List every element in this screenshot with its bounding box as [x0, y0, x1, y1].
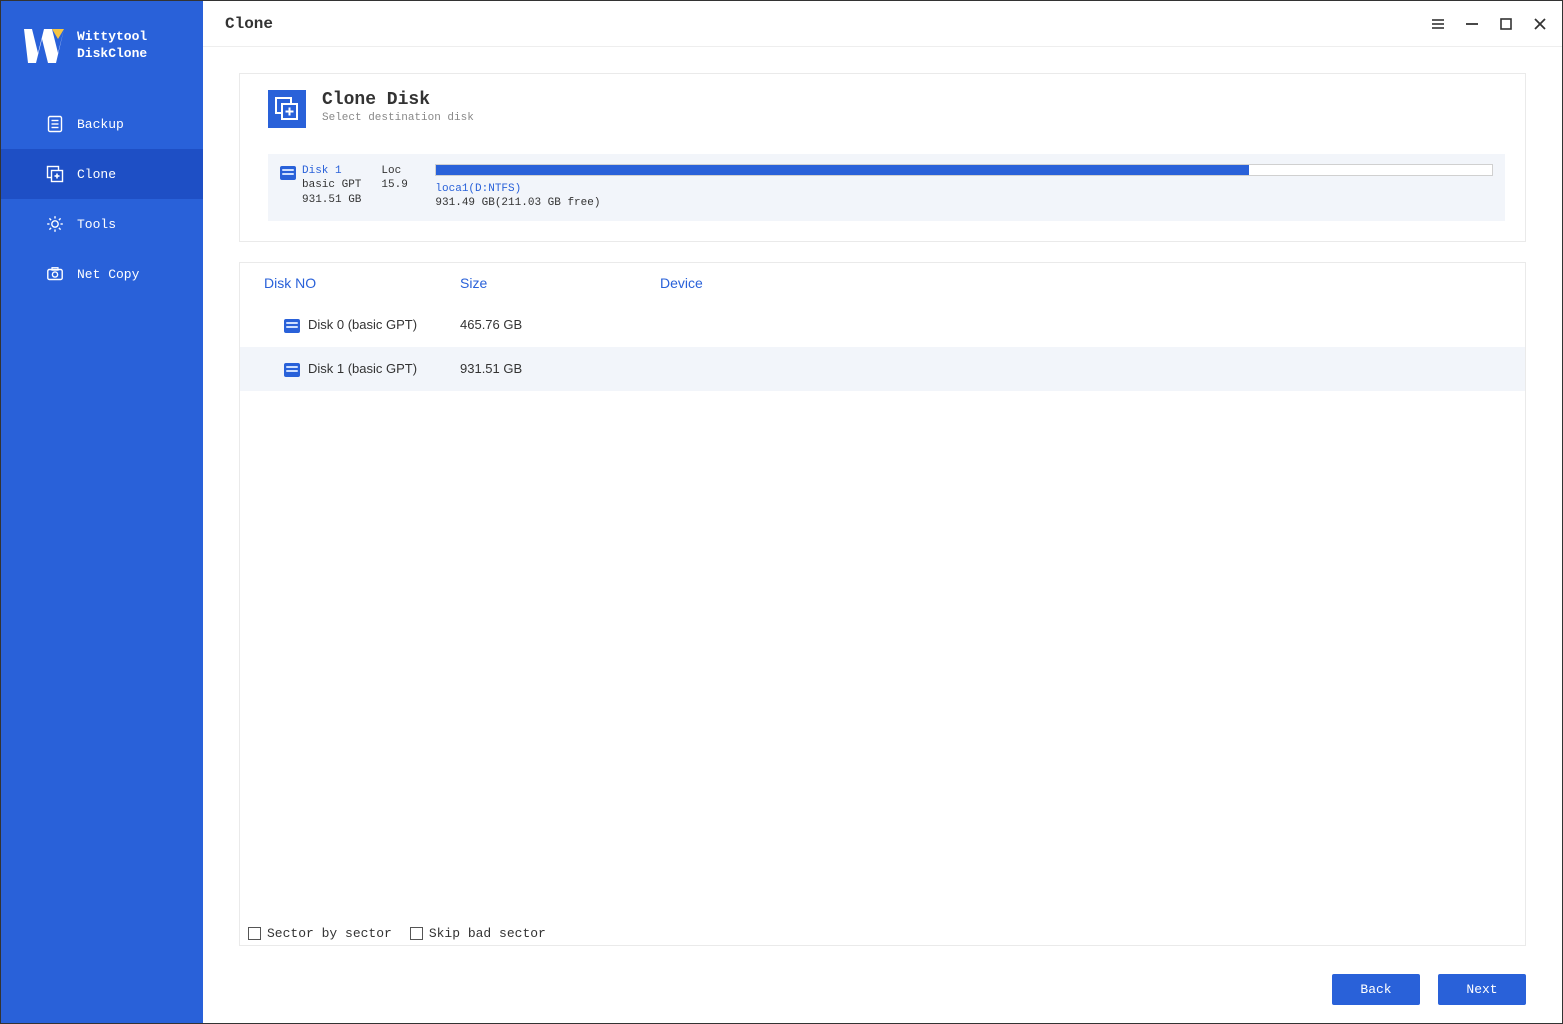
- options: Sector by sector Skip bad sector: [244, 926, 546, 941]
- menu-icon[interactable]: [1430, 16, 1446, 32]
- sidebar-item-backup[interactable]: Backup: [1, 99, 203, 149]
- table-row[interactable]: Disk 0 (basic GPT) 465.76 GB: [240, 303, 1525, 347]
- brand: Wittytool DiskClone: [1, 1, 203, 99]
- disk-list-panel: Disk NO Size Device Disk 0 (basic GPT) 46…: [239, 262, 1526, 946]
- loc-label: Loc: [381, 164, 415, 178]
- option-label: Skip bad sector: [429, 926, 546, 941]
- option-label: Sector by sector: [267, 926, 392, 941]
- selected-disk-row: Disk 1 basic GPT 931.51 GB Loc 15.9 lo: [268, 154, 1505, 221]
- minimize-icon[interactable]: [1464, 16, 1480, 32]
- partition-label: loca1(D:NTFS): [435, 182, 1493, 196]
- disk-rows: Disk 0 (basic GPT) 465.76 GB Disk 1 (basic…: [240, 303, 1525, 920]
- disk-icon: [284, 319, 300, 333]
- disk-name: Disk 1 (basic GPT): [308, 361, 417, 376]
- sidebar-item-label: Backup: [77, 117, 124, 132]
- option-sector-by-sector[interactable]: Sector by sector: [248, 926, 392, 941]
- sidebar-item-label: Net Copy: [77, 267, 139, 282]
- gear-icon: [45, 214, 65, 234]
- next-button[interactable]: Next: [1438, 974, 1526, 1005]
- close-icon[interactable]: [1532, 16, 1548, 32]
- clone-heading-text: Clone Disk Select destination disk: [322, 90, 474, 124]
- main-area: Clone: [203, 1, 1562, 1023]
- column-size: Size: [460, 275, 660, 291]
- table-row[interactable]: Disk 1 (basic GPT) 931.51 GB: [240, 347, 1525, 391]
- clone-plus-icon: [268, 90, 306, 128]
- disk-meta-text: Disk 1 basic GPT 931.51 GB: [302, 164, 361, 207]
- brand-line1: Wittytool: [77, 29, 147, 46]
- checkbox-icon: [248, 927, 261, 940]
- clone-heading: Clone Disk Select destination disk: [268, 90, 1505, 128]
- clone-subtitle: Select destination disk: [322, 112, 474, 124]
- maximize-icon[interactable]: [1498, 16, 1514, 32]
- nav-menu: Backup Clone Tools Net Copy: [1, 99, 203, 299]
- disk-icon: [284, 363, 300, 377]
- clone-header-panel: Clone Disk Select destination disk Disk …: [239, 73, 1526, 242]
- content: Clone Disk Select destination disk Disk …: [203, 47, 1562, 1023]
- clone-plus-icon: [45, 164, 65, 184]
- camera-icon: [45, 264, 65, 284]
- column-device: Device: [660, 275, 1505, 291]
- loc-block: Loc 15.9: [381, 164, 415, 193]
- bottom-bar: Sector by sector Skip bad sector: [240, 920, 1525, 945]
- disk-name: Disk 0 (basic GPT): [308, 317, 417, 332]
- window-controls: [1430, 16, 1548, 32]
- loc-value: 15.9: [381, 178, 415, 192]
- back-button[interactable]: Back: [1332, 974, 1420, 1005]
- sidebar-item-clone[interactable]: Clone: [1, 149, 203, 199]
- sidebar-item-label: Tools: [77, 217, 116, 232]
- column-disk-no: Disk NO: [260, 275, 460, 291]
- sidebar-item-tools[interactable]: Tools: [1, 199, 203, 249]
- sidebar: Wittytool DiskClone Backup Clone: [1, 1, 203, 1023]
- selected-disk-size: 931.51 GB: [302, 193, 361, 207]
- buttons-row: Back Next: [239, 966, 1526, 1005]
- clone-title: Clone Disk: [322, 90, 474, 110]
- partition-usage-bar: [435, 164, 1493, 176]
- selected-disk-meta: Disk 1 basic GPT 931.51 GB: [280, 164, 361, 207]
- disk-size: 931.51 GB: [460, 361, 660, 376]
- disk-columns: Disk NO Size Device: [240, 263, 1525, 303]
- disk-icon: [280, 166, 296, 180]
- brand-line2: DiskClone: [77, 46, 147, 63]
- sidebar-item-net-copy[interactable]: Net Copy: [1, 249, 203, 299]
- checkbox-icon: [410, 927, 423, 940]
- option-skip-bad-sector[interactable]: Skip bad sector: [410, 926, 546, 941]
- brand-text: Wittytool DiskClone: [77, 29, 147, 63]
- document-icon: [45, 114, 65, 134]
- partition-usage-fill: [436, 165, 1249, 175]
- disk-size: 465.76 GB: [460, 317, 660, 332]
- partition-area: loca1(D:NTFS) 931.49 GB(211.03 GB free): [435, 164, 1493, 211]
- partition-sub: 931.49 GB(211.03 GB free): [435, 196, 1493, 210]
- titlebar: Clone: [203, 1, 1562, 47]
- app-logo-icon: [21, 23, 67, 69]
- sidebar-item-label: Clone: [77, 167, 116, 182]
- selected-disk-name: Disk 1: [302, 164, 361, 178]
- page-title: Clone: [225, 15, 273, 33]
- selected-disk-type: basic GPT: [302, 178, 361, 192]
- app-window: Wittytool DiskClone Backup Clone: [1, 1, 1562, 1023]
